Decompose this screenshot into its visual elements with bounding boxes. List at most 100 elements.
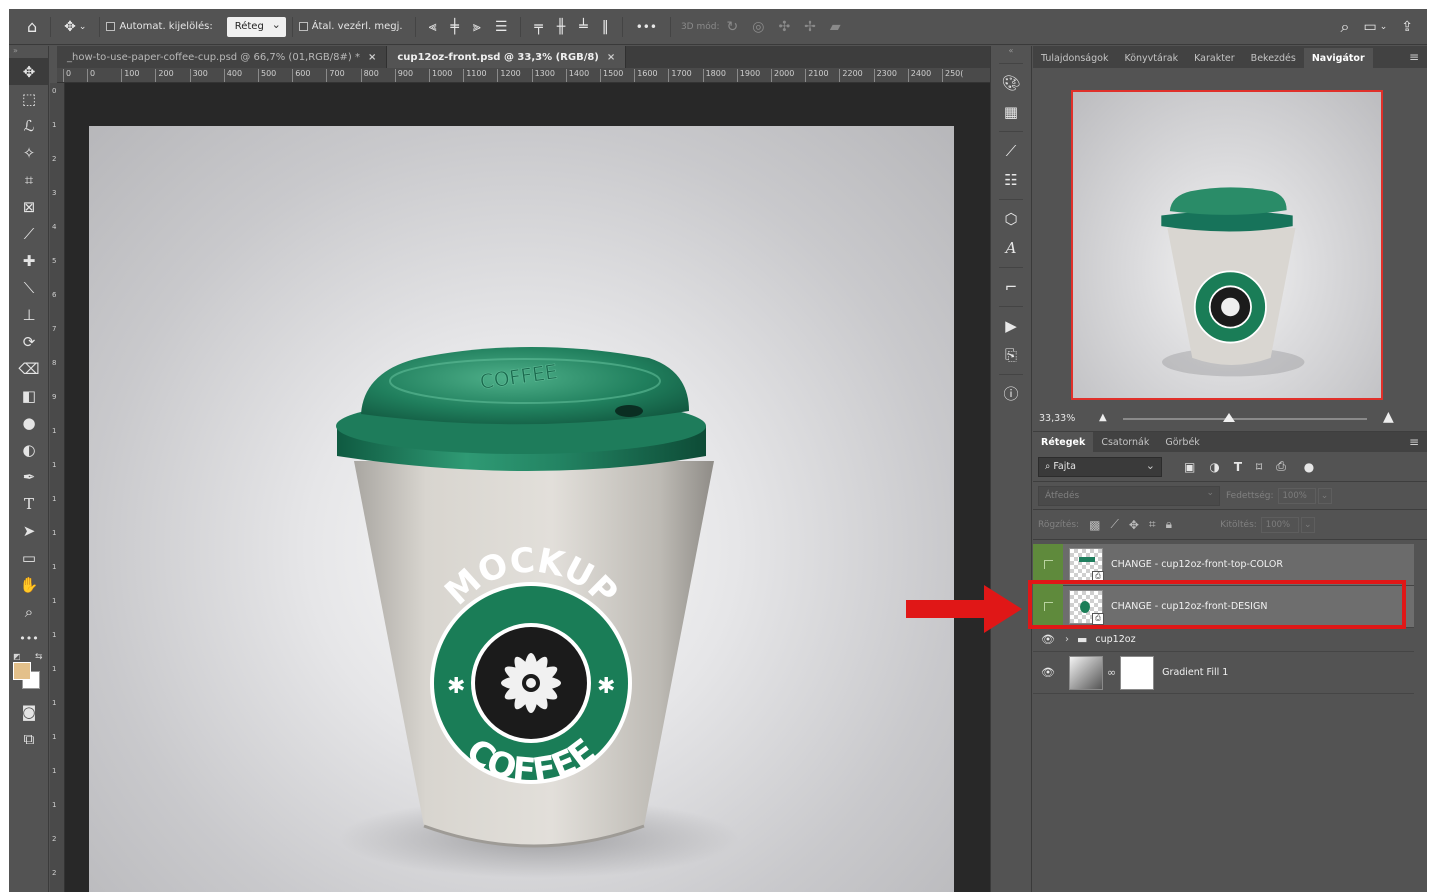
crop-tool-icon[interactable]: ⌗: [9, 166, 49, 193]
gradient-tool-icon[interactable]: ◧: [9, 382, 49, 409]
magic-wand-icon[interactable]: ✧: [9, 139, 49, 166]
quick-mask-icon[interactable]: ◙: [9, 698, 49, 725]
layer-name[interactable]: cup12oz: [1095, 634, 1135, 645]
zoom-value[interactable]: 33,33%: [1039, 413, 1075, 424]
tab-character[interactable]: Karakter: [1186, 48, 1243, 68]
tab-cup12oz-front[interactable]: cup12oz-front.psd @ 33,3% (RGB/8) ×: [387, 46, 627, 68]
brush-tool-icon[interactable]: ⟍: [9, 274, 49, 301]
screen-mode-icon[interactable]: ⧉: [9, 725, 49, 752]
more-options-icon[interactable]: •••: [636, 20, 657, 34]
panel-grip[interactable]: »: [9, 46, 48, 58]
filter-type-icon[interactable]: T: [1234, 460, 1242, 474]
move-tool-icon[interactable]: ✥: [64, 19, 76, 35]
tab-channels[interactable]: Csatornák: [1093, 432, 1157, 452]
link-icon[interactable]: ∞: [1107, 666, 1116, 679]
dodge-tool-icon[interactable]: ◐: [9, 436, 49, 463]
zoom-in-icon[interactable]: ▲: [1383, 409, 1394, 425]
3d-roll-icon[interactable]: ◎: [752, 19, 764, 35]
tab-navigator[interactable]: Navigátor: [1303, 48, 1373, 68]
search-icon[interactable]: ⌕: [1341, 17, 1350, 37]
marquee-tool-icon[interactable]: ⬚: [9, 85, 49, 112]
filter-shape-icon[interactable]: ⌑: [1256, 460, 1262, 474]
zoom-tool-icon[interactable]: ⌕: [9, 598, 49, 625]
type-tool-icon[interactable]: T: [9, 490, 49, 517]
tab-properties[interactable]: Tulajdonságok: [1033, 48, 1116, 68]
eye-icon[interactable]: 👁︎: [1033, 628, 1063, 652]
close-icon[interactable]: ×: [607, 52, 615, 63]
layer-name[interactable]: Gradient Fill 1: [1162, 667, 1228, 678]
lasso-tool-icon[interactable]: ℒ: [9, 112, 49, 139]
blend-mode-select[interactable]: Átfedés: [1038, 485, 1220, 506]
3d-orbit-icon[interactable]: ↻: [726, 19, 738, 35]
align-right-icon[interactable]: ⫸: [473, 19, 481, 35]
fill-input[interactable]: 100%: [1260, 516, 1299, 533]
blur-tool-icon[interactable]: ●: [9, 409, 49, 436]
layer-group-row[interactable]: 👁︎ › ▬ cup12oz: [1033, 628, 1414, 652]
auto-select-dropdown[interactable]: Réteg: [226, 16, 286, 37]
layer-thumbnail[interactable]: ⎙: [1069, 547, 1104, 583]
canvas-workspace[interactable]: COFFEE MOCKUP COFFEE ✱ ✱: [65, 83, 990, 892]
healing-brush-icon[interactable]: ✚: [9, 247, 49, 274]
hand-tool-icon[interactable]: ✋: [9, 571, 49, 598]
document-canvas[interactable]: COFFEE MOCKUP COFFEE ✱ ✱: [89, 126, 954, 892]
path-select-icon[interactable]: ➤: [9, 517, 49, 544]
info-icon[interactable]: ⓘ: [991, 379, 1031, 408]
3d-pan-icon[interactable]: ✣: [778, 19, 790, 35]
chevron-down-icon[interactable]: ⌄: [1380, 22, 1388, 32]
home-icon[interactable]: ⌂: [27, 17, 37, 36]
horizontal-ruler[interactable]: 0 0 100 200 300 400 500 600 700 800 900 1000 1100 120…: [57, 68, 990, 83]
eraser-icon[interactable]: ⌫: [9, 355, 49, 382]
eye-icon[interactable]: 👁︎: [1033, 652, 1063, 694]
3d-camera-icon[interactable]: ▰: [830, 19, 841, 35]
lock-image-icon[interactable]: ⟋: [1110, 517, 1118, 532]
layer-kind-filter[interactable]: ⌕ Fajta: [1038, 456, 1162, 477]
align-top-icon[interactable]: ╤: [534, 19, 542, 35]
history-icon[interactable]: ⎘: [991, 340, 1031, 369]
lock-transparent-icon[interactable]: ▩: [1089, 518, 1100, 532]
layer-row[interactable]: 👁︎ ∞ Gradient Fill 1: [1033, 652, 1414, 694]
history-brush-icon[interactable]: ⟳: [9, 328, 49, 355]
glyphs-icon[interactable]: A: [991, 233, 1031, 262]
tab-layers[interactable]: Rétegek: [1033, 432, 1094, 452]
chevron-down-icon[interactable]: ⌄: [1317, 487, 1332, 504]
tab-libraries[interactable]: Könyvtárak: [1116, 48, 1186, 68]
zoom-slider-handle[interactable]: [1223, 413, 1235, 422]
show-transform-controls-checkbox[interactable]: Átal. vezérl. megj.: [298, 9, 403, 45]
filter-pixel-icon[interactable]: ▣: [1184, 460, 1195, 474]
zoom-slider[interactable]: [1123, 413, 1367, 422]
3d-slide-icon[interactable]: ✢: [804, 19, 816, 35]
layer-mask-thumbnail[interactable]: [1120, 655, 1155, 690]
swap-colors-icon[interactable]: ⇆: [35, 652, 43, 662]
tab-paper-coffee-cup[interactable]: _how-to-use-paper-coffee-cup.psd @ 66,7%…: [57, 46, 388, 68]
zoom-out-icon[interactable]: ▲: [1099, 412, 1107, 423]
group-expand-chevron-icon[interactable]: ›: [1065, 634, 1069, 645]
close-icon[interactable]: ×: [368, 52, 376, 63]
foreground-color-swatch[interactable]: [13, 662, 31, 680]
actions-play-icon[interactable]: ▶: [991, 311, 1031, 340]
adjustments-icon[interactable]: ☷: [991, 165, 1031, 194]
align-middle-v-icon[interactable]: ╫: [557, 19, 565, 35]
edit-toolbar-icon[interactable]: •••: [9, 625, 49, 652]
align-left-icon[interactable]: ⫷: [429, 19, 437, 35]
eyedropper-icon[interactable]: ⟋: [9, 220, 49, 247]
color-palette-icon[interactable]: 🎨︎: [991, 68, 1031, 97]
frame-tool-icon[interactable]: ⊠: [9, 193, 49, 220]
opacity-input[interactable]: 100%: [1277, 487, 1316, 504]
collapse-icon[interactable]: «: [991, 46, 1031, 58]
distribute-v-icon[interactable]: ‖: [602, 19, 609, 35]
tab-paths[interactable]: Görbék: [1157, 432, 1207, 452]
panel-menu-icon[interactable]: ≡: [1409, 435, 1419, 449]
align-bottom-icon[interactable]: ╧: [579, 19, 587, 35]
filter-toggle-icon[interactable]: ●: [1304, 460, 1314, 474]
lock-all-icon[interactable]: 🔒︎: [1166, 517, 1172, 532]
chevron-down-icon[interactable]: ⌄: [79, 22, 87, 32]
layer-thumbnail[interactable]: [1069, 655, 1103, 690]
align-center-h-icon[interactable]: ╪: [450, 19, 458, 35]
pen-tool-icon[interactable]: ✒: [9, 463, 49, 490]
chevron-down-icon[interactable]: ⌄: [1300, 516, 1315, 533]
filter-smart-object-icon[interactable]: ⎙: [1276, 459, 1286, 474]
move-tool-icon[interactable]: ✥: [9, 58, 49, 85]
brush-settings-icon[interactable]: ⟋: [991, 136, 1031, 165]
auto-select-checkbox[interactable]: Automat. kijelölés:: [106, 9, 213, 45]
rectangle-tool-icon[interactable]: ▭: [9, 544, 49, 571]
